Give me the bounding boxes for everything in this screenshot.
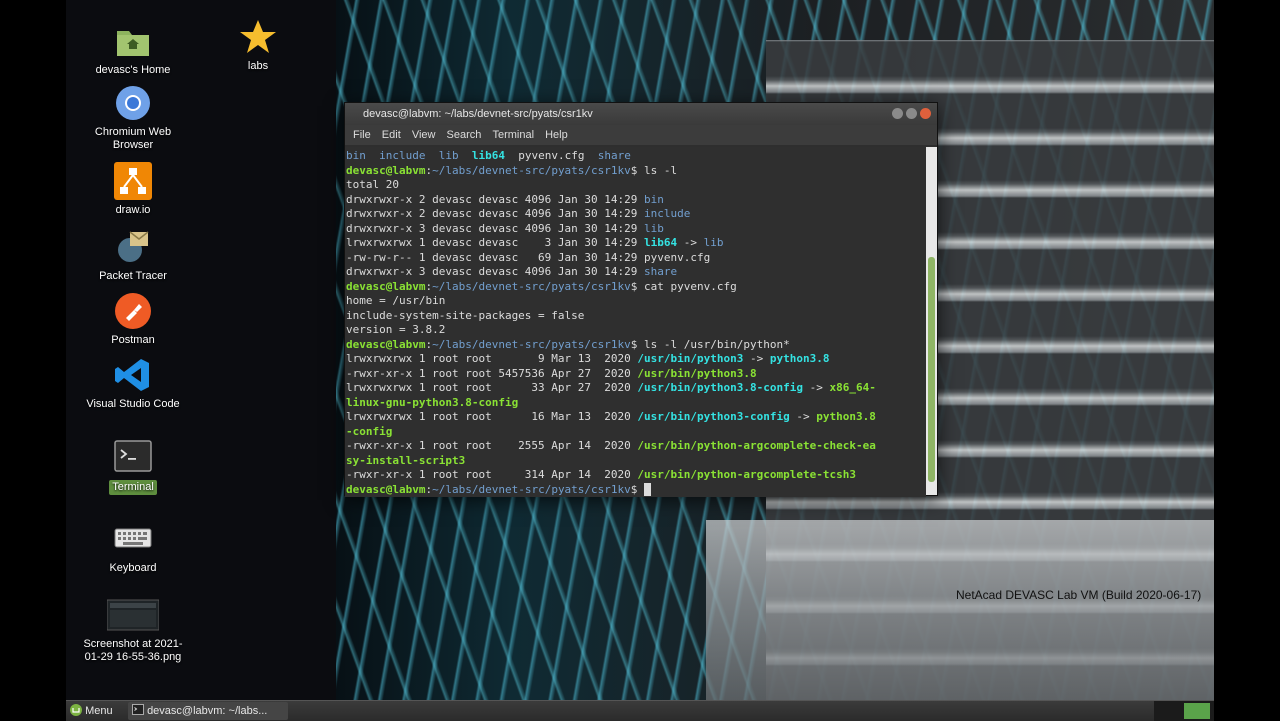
packet-tracer-icon	[118, 231, 149, 262]
menu-help[interactable]: Help	[545, 129, 568, 141]
minimize-button[interactable]	[892, 108, 903, 119]
term-line: home = /usr/bin	[346, 294, 446, 307]
start-menu-button[interactable]: Menu	[66, 701, 121, 721]
menu-view[interactable]: View	[412, 129, 436, 141]
term-line: -rwxr-xr-x 1 root root 5457536 Apr 27 20…	[346, 366, 757, 380]
term-prompt-line: devasc@labvm:~/labs/devnet-src/pyats/csr…	[346, 163, 678, 177]
term-line: lrwxrwxrwx 1 root root 16 Mar 13 2020 /u…	[346, 410, 876, 423]
term-line: sy-install-script3	[346, 453, 466, 467]
text-cursor	[644, 482, 651, 496]
postman-icon	[115, 293, 151, 329]
desktop-icon-labs[interactable]: labs	[203, 18, 313, 73]
desktop-icon-terminal[interactable]: Terminal	[78, 438, 188, 495]
term-line: drwxrwxr-x 3 devasc devasc 4096 Jan 30 1…	[346, 221, 664, 235]
desktop-icon-chromium[interactable]: Chromium Web Browser	[78, 84, 188, 152]
desktop-icon-postman[interactable]: Postman	[78, 292, 188, 347]
menu-file[interactable]: File	[353, 129, 371, 141]
keyboard-icon	[114, 528, 152, 548]
vscode-icon	[115, 359, 149, 391]
tray-indicator[interactable]	[1184, 703, 1210, 719]
term-line: lrwxrwxrwx 1 devasc devasc 3 Jan 30 14:2…	[346, 236, 724, 249]
taskbar-item-terminal[interactable]: devasc@labvm: ~/labs...	[128, 702, 288, 720]
term-line: total 20	[346, 178, 399, 191]
desktop-icon-label: Postman	[111, 334, 155, 346]
image-thumbnail-icon	[107, 599, 159, 631]
chromium-icon	[116, 86, 150, 120]
star-icon	[240, 20, 276, 53]
window-title: devasc@labvm: ~/labs/devnet-src/pyats/cs…	[363, 108, 593, 120]
desktop-icon-vscode[interactable]: Visual Studio Code	[78, 356, 188, 411]
desktop-icon-keyboard[interactable]: Keyboard	[78, 520, 188, 575]
terminal-output[interactable]: bin include lib lib64 pyvenv.cfg share de…	[345, 147, 926, 497]
term-line: linux-gnu-python3.8-config	[346, 395, 519, 409]
terminal-window[interactable]: devasc@labvm: ~/labs/devnet-src/pyats/cs…	[344, 102, 938, 497]
term-line: -rwxr-xr-x 1 root root 2555 Apr 14 2020 …	[346, 439, 876, 452]
menu-edit[interactable]: Edit	[382, 129, 401, 141]
menu-terminal[interactable]: Terminal	[492, 129, 534, 141]
close-button[interactable]	[920, 108, 931, 119]
scrollbar[interactable]	[926, 147, 937, 495]
term-line: -rw-rw-r-- 1 devasc devasc 69 Jan 30 14:…	[346, 250, 711, 264]
wallpaper-watermark: NetAcad DEVASC Lab VM (Build 2020-06-17)	[956, 588, 1202, 602]
wallpaper-rack-lower	[706, 520, 1214, 700]
terminal-icon	[114, 440, 152, 472]
desktop-icon-drawio[interactable]: draw.io	[78, 162, 188, 217]
folder-home-icon	[117, 31, 149, 56]
term-prompt-line: devasc@labvm:~/labs/devnet-src/pyats/csr…	[346, 337, 790, 351]
term-prompt-line: devasc@labvm:~/labs/devnet-src/pyats/csr…	[346, 279, 737, 293]
term-line: lrwxrwxrwx 1 root root 9 Mar 13 2020 /us…	[346, 352, 830, 365]
terminal-icon	[132, 704, 144, 715]
desktop-icon-label: draw.io	[115, 204, 151, 216]
desktop-icon-screenshot[interactable]: Screenshot at 2021-01-29 16-55-36.png	[78, 596, 188, 664]
desktop-icon-label: labs	[247, 60, 269, 72]
term-prompt-line: devasc@labvm:~/labs/devnet-src/pyats/csr…	[346, 482, 926, 498]
term-line: drwxrwxr-x 2 devasc devasc 4096 Jan 30 1…	[346, 207, 691, 220]
desktop-icon-label: Chromium Web Browser	[94, 126, 172, 151]
term-line: bin include lib lib64 pyvenv.cfg share	[346, 149, 631, 162]
desktop-icon-label: Keyboard	[109, 562, 157, 574]
maximize-button[interactable]	[906, 108, 917, 119]
term-line: lrwxrwxrwx 1 root root 33 Apr 27 2020 /u…	[346, 381, 876, 394]
desktop-icon-label: Terminal	[109, 480, 157, 495]
taskbar: Menu devasc@labvm: ~/labs...	[66, 700, 1214, 721]
system-tray	[1154, 701, 1214, 721]
desktop-icon-label: Visual Studio Code	[86, 398, 180, 410]
menubar: File Edit View Search Terminal Help	[345, 125, 937, 145]
mint-logo-icon	[70, 704, 82, 716]
term-line: include-system-site-packages = false	[346, 308, 585, 322]
menu-search[interactable]: Search	[447, 129, 482, 141]
window-titlebar[interactable]: devasc@labvm: ~/labs/devnet-src/pyats/cs…	[345, 103, 937, 125]
desktop-icon-home[interactable]: devasc's Home	[78, 22, 188, 77]
term-line: -rwxr-xr-x 1 root root 314 Apr 14 2020 /…	[346, 468, 856, 481]
taskbar-item-label: devasc@labvm: ~/labs...	[147, 705, 268, 717]
term-line: drwxrwxr-x 2 devasc devasc 4096 Jan 30 1…	[346, 192, 664, 206]
drawio-icon	[114, 162, 152, 200]
term-line: -config	[346, 424, 393, 438]
term-line: drwxrwxr-x 3 devasc devasc 4096 Jan 30 1…	[346, 265, 678, 278]
term-line: version = 3.8.2	[346, 323, 446, 336]
desktop-icon-packet-tracer[interactable]: Packet Tracer	[78, 228, 188, 283]
start-menu-label: Menu	[85, 705, 113, 717]
desktop-icon-label: Packet Tracer	[99, 270, 167, 282]
desktop-icon-label: Screenshot at 2021-01-29 16-55-36.png	[83, 638, 183, 663]
desktop-icon-label: devasc's Home	[95, 64, 171, 76]
scrollbar-thumb[interactable]	[928, 257, 935, 482]
